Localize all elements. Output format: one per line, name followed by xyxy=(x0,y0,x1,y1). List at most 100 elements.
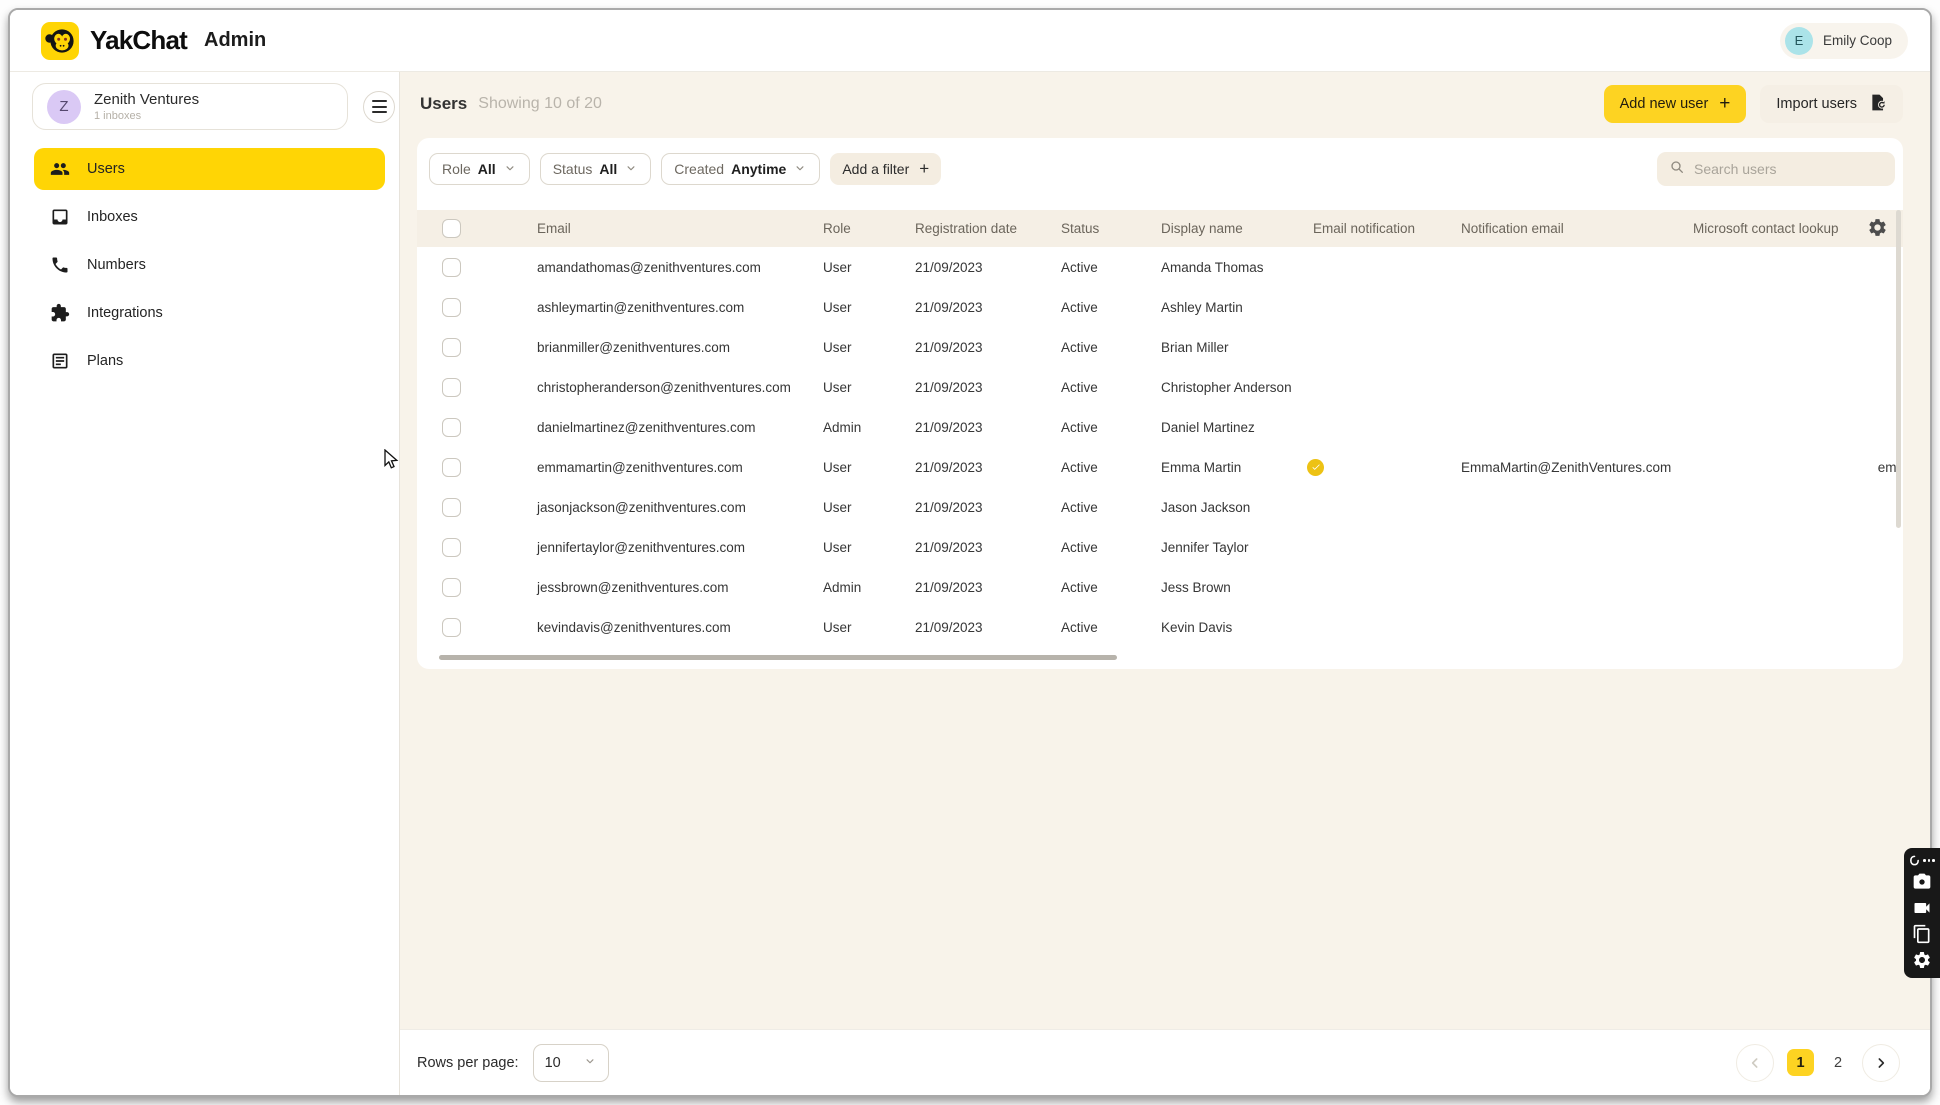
row-checkbox[interactable] xyxy=(442,258,461,277)
column-header-registration-date[interactable]: Registration date xyxy=(895,221,1041,236)
extension-logo-icon[interactable] xyxy=(1909,855,1935,866)
cell-role: User xyxy=(803,540,895,555)
gear-icon[interactable] xyxy=(1912,950,1932,970)
table-row[interactable]: jessbrown@zenithventures.comAdmin21/09/2… xyxy=(417,567,1903,607)
yakchat-logo-icon xyxy=(40,21,80,61)
sidebar-item-plans[interactable]: Plans xyxy=(34,340,385,382)
filter-created[interactable]: CreatedAnytime xyxy=(661,153,820,185)
current-user-menu[interactable]: E Emily Coop xyxy=(1780,23,1908,59)
column-header-display-name[interactable]: Display name xyxy=(1141,221,1293,236)
cell-email: jasonjackson@zenithventures.com xyxy=(517,500,803,515)
cell-display-name: Amanda Thomas xyxy=(1141,260,1293,275)
table-row[interactable]: jennifertaylor@zenithventures.comUser21/… xyxy=(417,527,1903,567)
table-row[interactable]: amandathomas@zenithventures.comUser21/09… xyxy=(417,247,1903,287)
sidebar-item-numbers[interactable]: Numbers xyxy=(34,244,385,286)
page-button-1[interactable]: 1 xyxy=(1787,1049,1814,1076)
table-row[interactable]: jasonjackson@zenithventures.comUser21/09… xyxy=(417,487,1903,527)
row-checkbox[interactable] xyxy=(442,338,461,357)
rows-per-page-select[interactable]: 10 xyxy=(533,1044,609,1082)
search-input[interactable] xyxy=(1694,161,1883,177)
row-checkbox[interactable] xyxy=(442,498,461,517)
users-table-card: RoleAll StatusAll CreatedAnytime Add a filt… xyxy=(417,138,1903,669)
row-checkbox[interactable] xyxy=(442,418,461,437)
sidebar-item-integrations[interactable]: Integrations xyxy=(34,292,385,334)
table-row[interactable]: christopheranderson@zenithventures.comUs… xyxy=(417,367,1903,407)
vertical-scrollbar[interactable] xyxy=(1896,210,1901,528)
previous-page-button[interactable] xyxy=(1736,1044,1774,1082)
filter-bar: RoleAll StatusAll CreatedAnytime Add a filt… xyxy=(417,138,1903,186)
column-header-status[interactable]: Status xyxy=(1041,221,1141,236)
row-checkbox[interactable] xyxy=(442,618,461,637)
table-row[interactable]: danielmartinez@zenithventures.comAdmin21… xyxy=(417,407,1903,447)
page-button-2[interactable]: 2 xyxy=(1827,1055,1849,1071)
app-window: YakChat Admin E Emily Coop Z Zenith Vent… xyxy=(8,8,1932,1097)
column-header-microsoft-contact-lookup[interactable]: Microsoft contact lookup xyxy=(1673,221,1859,236)
table-row[interactable]: kevindavis@zenithventures.comUser21/09/2… xyxy=(417,607,1903,647)
sidebar-item-label: Inboxes xyxy=(87,209,138,225)
cell-role: User xyxy=(803,460,895,475)
users-icon xyxy=(50,159,70,179)
column-header-email-notification[interactable]: Email notification xyxy=(1293,221,1441,236)
row-checkbox[interactable] xyxy=(442,378,461,397)
rows-per-page-label: Rows per page: xyxy=(417,1055,519,1071)
cell-status: Active xyxy=(1041,460,1141,475)
cell-status: Active xyxy=(1041,420,1141,435)
cell-display-name: Emma Martin xyxy=(1141,460,1293,475)
cell-display-name: Daniel Martinez xyxy=(1141,420,1293,435)
results-count: Showing 10 of 20 xyxy=(478,95,602,113)
org-switcher[interactable]: Z Zenith Ventures 1 inboxes xyxy=(32,83,348,130)
plus-icon: + xyxy=(919,159,929,179)
phone-icon xyxy=(50,255,70,275)
sidebar-item-inboxes[interactable]: Inboxes xyxy=(34,196,385,238)
cell-registration-date: 21/09/2023 xyxy=(895,380,1041,395)
next-page-button[interactable] xyxy=(1862,1044,1900,1082)
search-box[interactable] xyxy=(1657,152,1895,186)
select-all-checkbox[interactable] xyxy=(442,219,461,238)
table-footer: Rows per page: 10 12 xyxy=(400,1029,1930,1095)
chevron-down-icon xyxy=(583,1054,597,1072)
cell-registration-date: 21/09/2023 xyxy=(895,420,1041,435)
cell-email: christopheranderson@zenithventures.com xyxy=(517,380,803,395)
row-checkbox[interactable] xyxy=(442,538,461,557)
cell-display-name: Jennifer Taylor xyxy=(1141,540,1293,555)
column-header-notification-email[interactable]: Notification email xyxy=(1441,221,1673,236)
plus-icon: + xyxy=(1719,93,1730,115)
sidebar-item-label: Numbers xyxy=(87,257,146,273)
cell-display-name: Jason Jackson xyxy=(1141,500,1293,515)
column-header-role[interactable]: Role xyxy=(803,221,895,236)
table-row[interactable]: emmamartin@zenithventures.comUser21/09/2… xyxy=(417,447,1903,487)
video-camera-icon[interactable] xyxy=(1912,898,1932,918)
cell-status: Active xyxy=(1041,580,1141,595)
cell-role: Admin xyxy=(803,580,895,595)
cell-email-notification xyxy=(1293,459,1441,476)
users-table: EmailRoleRegistration dateStatusDisplay … xyxy=(417,210,1903,660)
cell-registration-date: 21/09/2023 xyxy=(895,620,1041,635)
filter-role[interactable]: RoleAll xyxy=(429,153,530,185)
cell-registration-date: 21/09/2023 xyxy=(895,300,1041,315)
cell-role: User xyxy=(803,260,895,275)
table-row[interactable]: brianmiller@zenithventures.comUser21/09/… xyxy=(417,327,1903,367)
add-new-user-button[interactable]: Add new user+ xyxy=(1604,85,1747,123)
cell-role: User xyxy=(803,340,895,355)
sidebar-collapse-button[interactable] xyxy=(363,91,395,123)
horizontal-scrollbar[interactable] xyxy=(439,655,1117,660)
table-row[interactable]: ashleymartin@zenithventures.comUser21/09… xyxy=(417,287,1903,327)
cell-notification-email: EmmaMartin@ZenithVentures.com xyxy=(1441,460,1673,475)
column-header-email[interactable]: Email xyxy=(517,221,803,236)
cell-role: User xyxy=(803,380,895,395)
current-user-name: Emily Coop xyxy=(1823,33,1892,48)
import-users-button[interactable]: Import users xyxy=(1760,85,1903,123)
copy-icon[interactable] xyxy=(1912,924,1932,944)
cell-email: jennifertaylor@zenithventures.com xyxy=(517,540,803,555)
brand-name: YakChat xyxy=(90,25,187,56)
gear-icon xyxy=(1867,217,1888,241)
filter-status[interactable]: StatusAll xyxy=(540,153,652,185)
row-checkbox[interactable] xyxy=(442,578,461,597)
cell-status: Active xyxy=(1041,380,1141,395)
row-checkbox[interactable] xyxy=(442,298,461,317)
camera-icon[interactable] xyxy=(1912,872,1932,892)
row-checkbox[interactable] xyxy=(442,458,461,477)
filter-add-a-filter[interactable]: Add a filter+ xyxy=(830,153,941,185)
sidebar-item-users[interactable]: Users xyxy=(34,148,385,190)
sidebar-nav: Users Inboxes Numbers Integrations Plans xyxy=(10,148,399,382)
